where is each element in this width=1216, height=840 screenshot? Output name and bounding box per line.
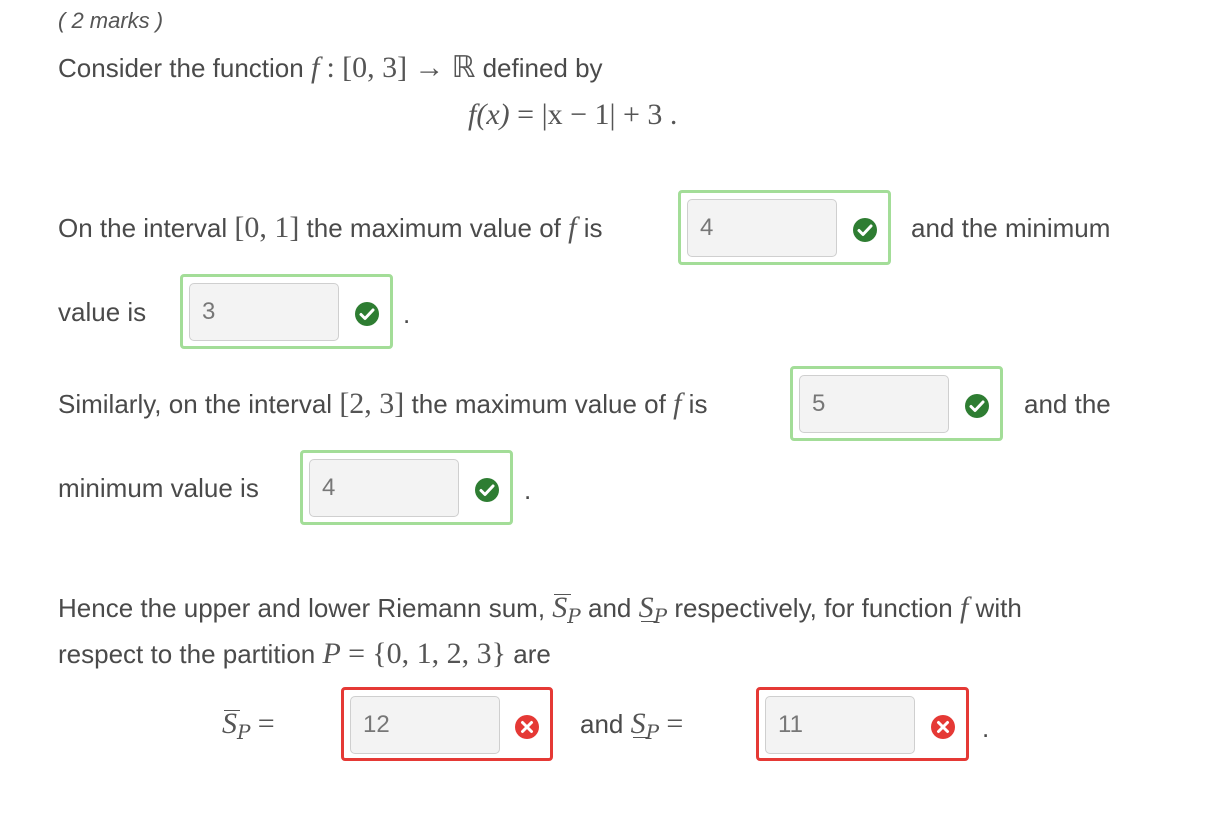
colon: : [326, 51, 335, 84]
check-circle-icon [965, 394, 989, 418]
q3-with: with [975, 593, 1022, 623]
q1-after: and the minimum [911, 213, 1111, 243]
lower-sum-label: and SP = [580, 707, 684, 745]
q2-prefix: Similarly, on the interval [58, 389, 333, 419]
partition-symbol: P [322, 637, 341, 670]
q3-f: f [959, 591, 969, 624]
q2-interval: [2, 3] [339, 387, 405, 420]
q3-text-b: respectively, for function [674, 593, 953, 623]
q1-interval: [0, 1] [234, 211, 300, 244]
formula: f(x) = |x − 1| + 3 . [468, 98, 677, 132]
formula-lhs: f(x) [468, 98, 510, 131]
q3-text-a: Hence the upper and lower Riemann sum, [58, 593, 546, 623]
q1-f: f [568, 211, 577, 244]
upper-sum-label: SP = [222, 707, 275, 745]
q3-are: are [513, 639, 551, 669]
lower-sum-answer-box [756, 687, 969, 761]
q3-line1: Hence the upper and lower Riemann sum, S… [58, 591, 1022, 629]
marks-label: ( 2 marks ) [58, 8, 164, 33]
q1-prefix: On the interval [58, 213, 228, 243]
q2-min-input[interactable] [309, 459, 459, 517]
q2-middle: the maximum value of [411, 389, 666, 419]
lower-eq: = [666, 707, 684, 740]
q3-and2: and [580, 709, 624, 739]
x-circle-icon [931, 715, 955, 739]
q1-max-answer-box [678, 190, 891, 265]
check-circle-icon [355, 302, 379, 326]
domain: [0, 3] [342, 51, 408, 84]
q2-line2: minimum value is [58, 473, 259, 503]
q2-min-answer-box [300, 450, 513, 525]
q2-f: f [673, 387, 682, 420]
q3-line2: respect to the partition P = {0, 1, 2, 3… [58, 638, 551, 670]
upper-sum-symbol: SP [552, 591, 581, 629]
upper-eq: = [257, 707, 275, 740]
defined-by: defined by [482, 53, 603, 83]
q3-period: . [982, 713, 990, 743]
x-circle-icon [515, 715, 539, 739]
q2-line1: Similarly, on the interval [2, 3] the ma… [58, 388, 707, 420]
intro-text: Consider the function [58, 53, 304, 83]
codomain: ℝ [451, 51, 476, 84]
q1-line1: On the interval [0, 1] the maximum value… [58, 212, 602, 244]
check-circle-icon [475, 478, 499, 502]
q1-min-input[interactable] [189, 283, 339, 341]
q2-period: . [524, 475, 532, 505]
q2-max-input[interactable] [799, 375, 949, 433]
q1-period: . [403, 299, 411, 329]
q2-is: is [688, 389, 708, 419]
check-circle-icon [853, 218, 877, 242]
q1-max-input[interactable] [687, 199, 837, 257]
formula-eq: = [517, 98, 535, 131]
upper-sum-answer-box [341, 687, 553, 761]
q1-line2: value is [58, 297, 147, 327]
upper-sum-symbol: SP [222, 707, 251, 745]
partition-eq: = [348, 637, 365, 670]
lower-sum-symbol: SP [630, 707, 660, 745]
formula-rhs: |x − 1| + 3 . [541, 98, 678, 131]
q2-after: and the [1024, 389, 1111, 419]
q3-and: and [587, 593, 632, 623]
q1-middle: the maximum value of [306, 213, 561, 243]
upper-sum-input[interactable] [350, 696, 500, 754]
q1-is: is [583, 213, 603, 243]
q2-max-answer-box [790, 366, 1003, 441]
lower-sum-symbol: SP [638, 591, 668, 629]
partition-set: {0, 1, 2, 3} [372, 637, 507, 670]
lower-sum-input[interactable] [765, 696, 915, 754]
arrow: → [414, 51, 445, 84]
intro-line: Consider the function f : [0, 3] → ℝ def… [58, 52, 603, 84]
q3-text-c: respect to the partition [58, 639, 316, 669]
function-symbol: f [310, 51, 320, 84]
q1-min-answer-box [180, 274, 393, 349]
